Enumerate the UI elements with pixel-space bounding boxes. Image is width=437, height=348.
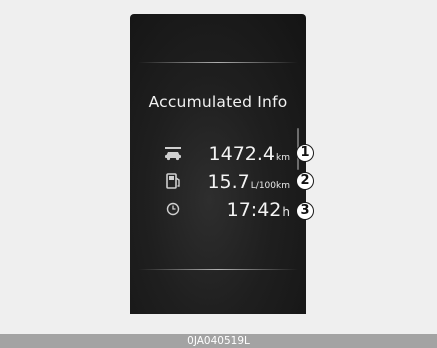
clock-icon: [162, 200, 184, 218]
accumulated-distance-row: 1472.4km: [130, 142, 306, 166]
average-fuel-economy-row: 15.7L/100km: [130, 170, 306, 194]
figure-code-footer: 0JA040519L: [0, 334, 437, 348]
page: Accumulated Info 1472.4km 15.7L/100km 17…: [0, 0, 437, 348]
instrument-cluster-display: Accumulated Info 1472.4km 15.7L/100km 17…: [130, 14, 306, 314]
accumulated-time-value: 17:42h: [226, 199, 290, 221]
accumulated-distance-value: 1472.4km: [208, 143, 290, 165]
accumulated-time-row: 17:42h: [130, 198, 306, 222]
top-separator-line: [138, 62, 298, 63]
callout-marker-2: 2: [296, 172, 314, 190]
average-fuel-economy-value: 15.7L/100km: [207, 171, 290, 193]
accumulated-info-title: Accumulated Info: [148, 93, 288, 111]
callout-marker-3: 3: [296, 202, 314, 220]
car-distance-icon: [162, 144, 184, 162]
callout-marker-1: 1: [296, 144, 314, 162]
fuel-pump-icon: [162, 172, 184, 190]
bottom-separator-line: [138, 269, 298, 270]
